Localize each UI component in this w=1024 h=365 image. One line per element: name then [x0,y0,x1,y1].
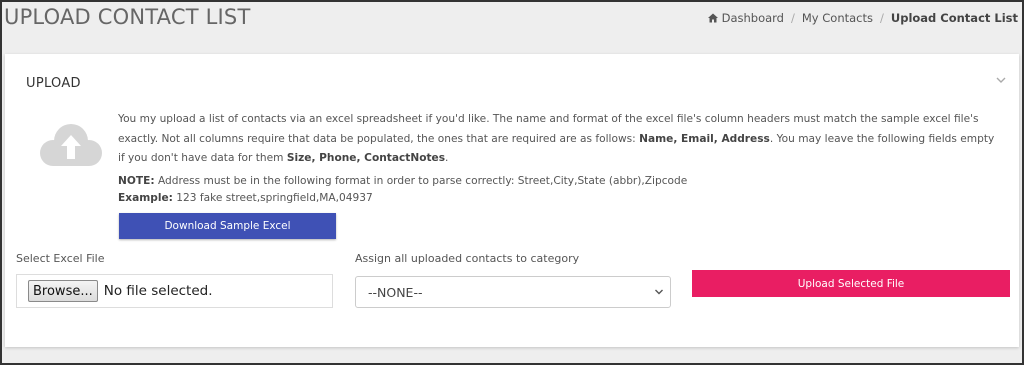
category-select[interactable]: --NONE-- [355,276,671,308]
note-text: Address must be in the following format … [154,174,688,187]
example-text: 123 fake street,springfield,MA,04937 [172,191,373,204]
file-status: No file selected. [103,283,213,299]
upload-selected-file-button[interactable]: Upload Selected File [692,270,1010,297]
breadcrumb-current: Upload Contact List [890,11,1018,25]
category-selected-value: --NONE-- [368,284,423,300]
file-label: Select Excel File [16,252,105,265]
upload-instructions: You my upload a list of contacts via an … [118,110,1003,207]
breadcrumb-separator: / [880,11,884,25]
breadcrumb: Dashboard / My Contacts / Upload Contact… [707,11,1018,25]
browse-button[interactable]: Browse... [28,280,98,302]
breadcrumb-separator: / [791,11,795,25]
app-frame: UPLOAD CONTACT LIST Dashboard / My Conta… [0,0,1024,365]
breadcrumb-my-contacts[interactable]: My Contacts [802,11,873,25]
home-icon [707,13,718,23]
chevron-down-icon[interactable] [995,74,1007,86]
required-fields: Name, Email, Address [639,132,770,145]
upload-card: UPLOAD You my upload a list of contacts … [5,54,1019,347]
download-sample-button[interactable]: Download Sample Excel [119,213,336,239]
note-label: NOTE: [118,174,155,187]
instructions-paragraph: You my upload a list of contacts via an … [118,110,1003,169]
breadcrumb-dashboard[interactable]: Dashboard [722,11,784,25]
category-label: Assign all uploaded contacts to category [355,252,580,265]
chevron-down-icon [655,289,663,295]
file-input[interactable]: Browse... No file selected. [16,274,333,308]
card-title: UPLOAD [26,76,81,91]
page-title: UPLOAD CONTACT LIST [4,5,251,29]
address-note: NOTE: Address must be in the following f… [118,173,1003,207]
cloud-upload-icon [40,124,102,166]
example-label: Example: [118,191,173,204]
instructions-text: . [445,152,449,164]
optional-fields: Size, Phone, ContactNotes [286,152,446,164]
